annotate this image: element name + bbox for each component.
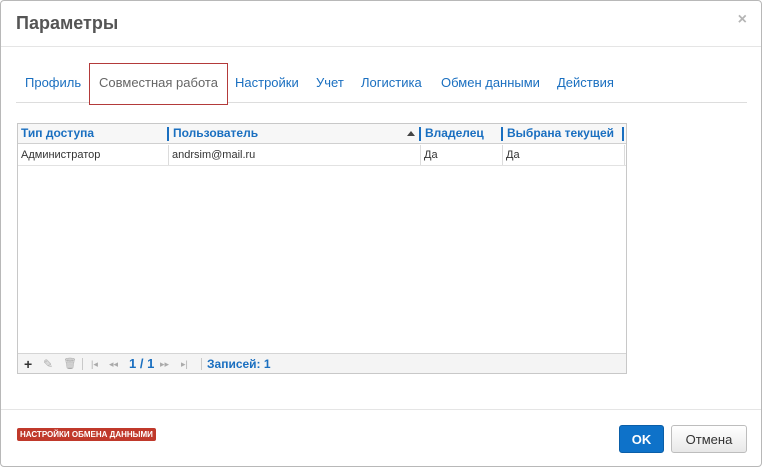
first-page-icon[interactable]: |◂: [91, 354, 98, 374]
tab-bar: Профиль Совместная работа Настройки Учет…: [16, 63, 747, 105]
page-indicator: 1 / 1: [129, 356, 155, 371]
tab-actions[interactable]: Действия: [557, 64, 614, 104]
tab-collaboration[interactable]: Совместная работа: [89, 63, 228, 105]
prev-page-icon[interactable]: ◂◂: [109, 354, 118, 374]
access-grid: Тип доступа Пользователь Владелец Выбран…: [17, 123, 627, 374]
close-icon[interactable]: ×: [738, 11, 747, 29]
column-header-access-type[interactable]: Тип доступа: [21, 124, 94, 143]
cell-owner: Да: [421, 145, 503, 165]
column-header-user[interactable]: Пользователь: [173, 124, 258, 143]
pager-separator: [201, 358, 202, 370]
pencil-icon[interactable]: ✎: [43, 354, 53, 374]
dialog-footer: НАСТРОЙКИ ОБМЕНА ДАННЫМИ OK Отмена: [1, 409, 761, 466]
tab-accounting[interactable]: Учет: [316, 64, 344, 104]
column-separator[interactable]: [501, 127, 503, 141]
dialog-header: Параметры ×: [1, 1, 761, 47]
tab-settings[interactable]: Настройки: [235, 64, 299, 104]
tab-profile[interactable]: Профиль: [25, 64, 81, 104]
cancel-button[interactable]: Отмена: [671, 425, 747, 453]
grid-pager: + ✎ 🗑 |◂ ◂◂ 1 / 1 ▸▸ ▸| Записей: 1: [18, 353, 626, 373]
grid-header: Тип доступа Пользователь Владелец Выбран…: [18, 124, 626, 144]
last-page-icon[interactable]: ▸|: [181, 354, 188, 374]
next-page-icon[interactable]: ▸▸: [160, 354, 169, 374]
column-header-owner[interactable]: Владелец: [425, 124, 484, 143]
tab-logistics[interactable]: Логистика: [361, 64, 422, 104]
table-row[interactable]: Администратор andrsim@mail.ru Да Да: [18, 145, 626, 166]
add-icon[interactable]: +: [24, 354, 32, 374]
column-header-selected-current[interactable]: Выбрана текущей: [507, 124, 614, 143]
column-separator[interactable]: [622, 127, 624, 141]
pager-separator: [82, 358, 83, 370]
cell-access-type: Администратор: [18, 145, 169, 165]
cell-selected-current: Да: [503, 145, 625, 165]
trash-icon[interactable]: 🗑: [63, 354, 77, 374]
parameters-dialog: Параметры × Профиль Совместная работа На…: [0, 0, 762, 467]
sort-ascending-icon: [407, 131, 415, 136]
tab-data-exchange[interactable]: Обмен данными: [441, 64, 540, 104]
dialog-title: Параметры: [16, 13, 119, 33]
column-separator[interactable]: [167, 127, 169, 141]
ok-button[interactable]: OK: [619, 425, 664, 453]
cell-user: andrsim@mail.ru: [169, 145, 421, 165]
data-exchange-settings-badge[interactable]: НАСТРОЙКИ ОБМЕНА ДАННЫМИ: [17, 428, 156, 441]
column-separator[interactable]: [419, 127, 421, 141]
records-count: Записей: 1: [207, 357, 271, 371]
